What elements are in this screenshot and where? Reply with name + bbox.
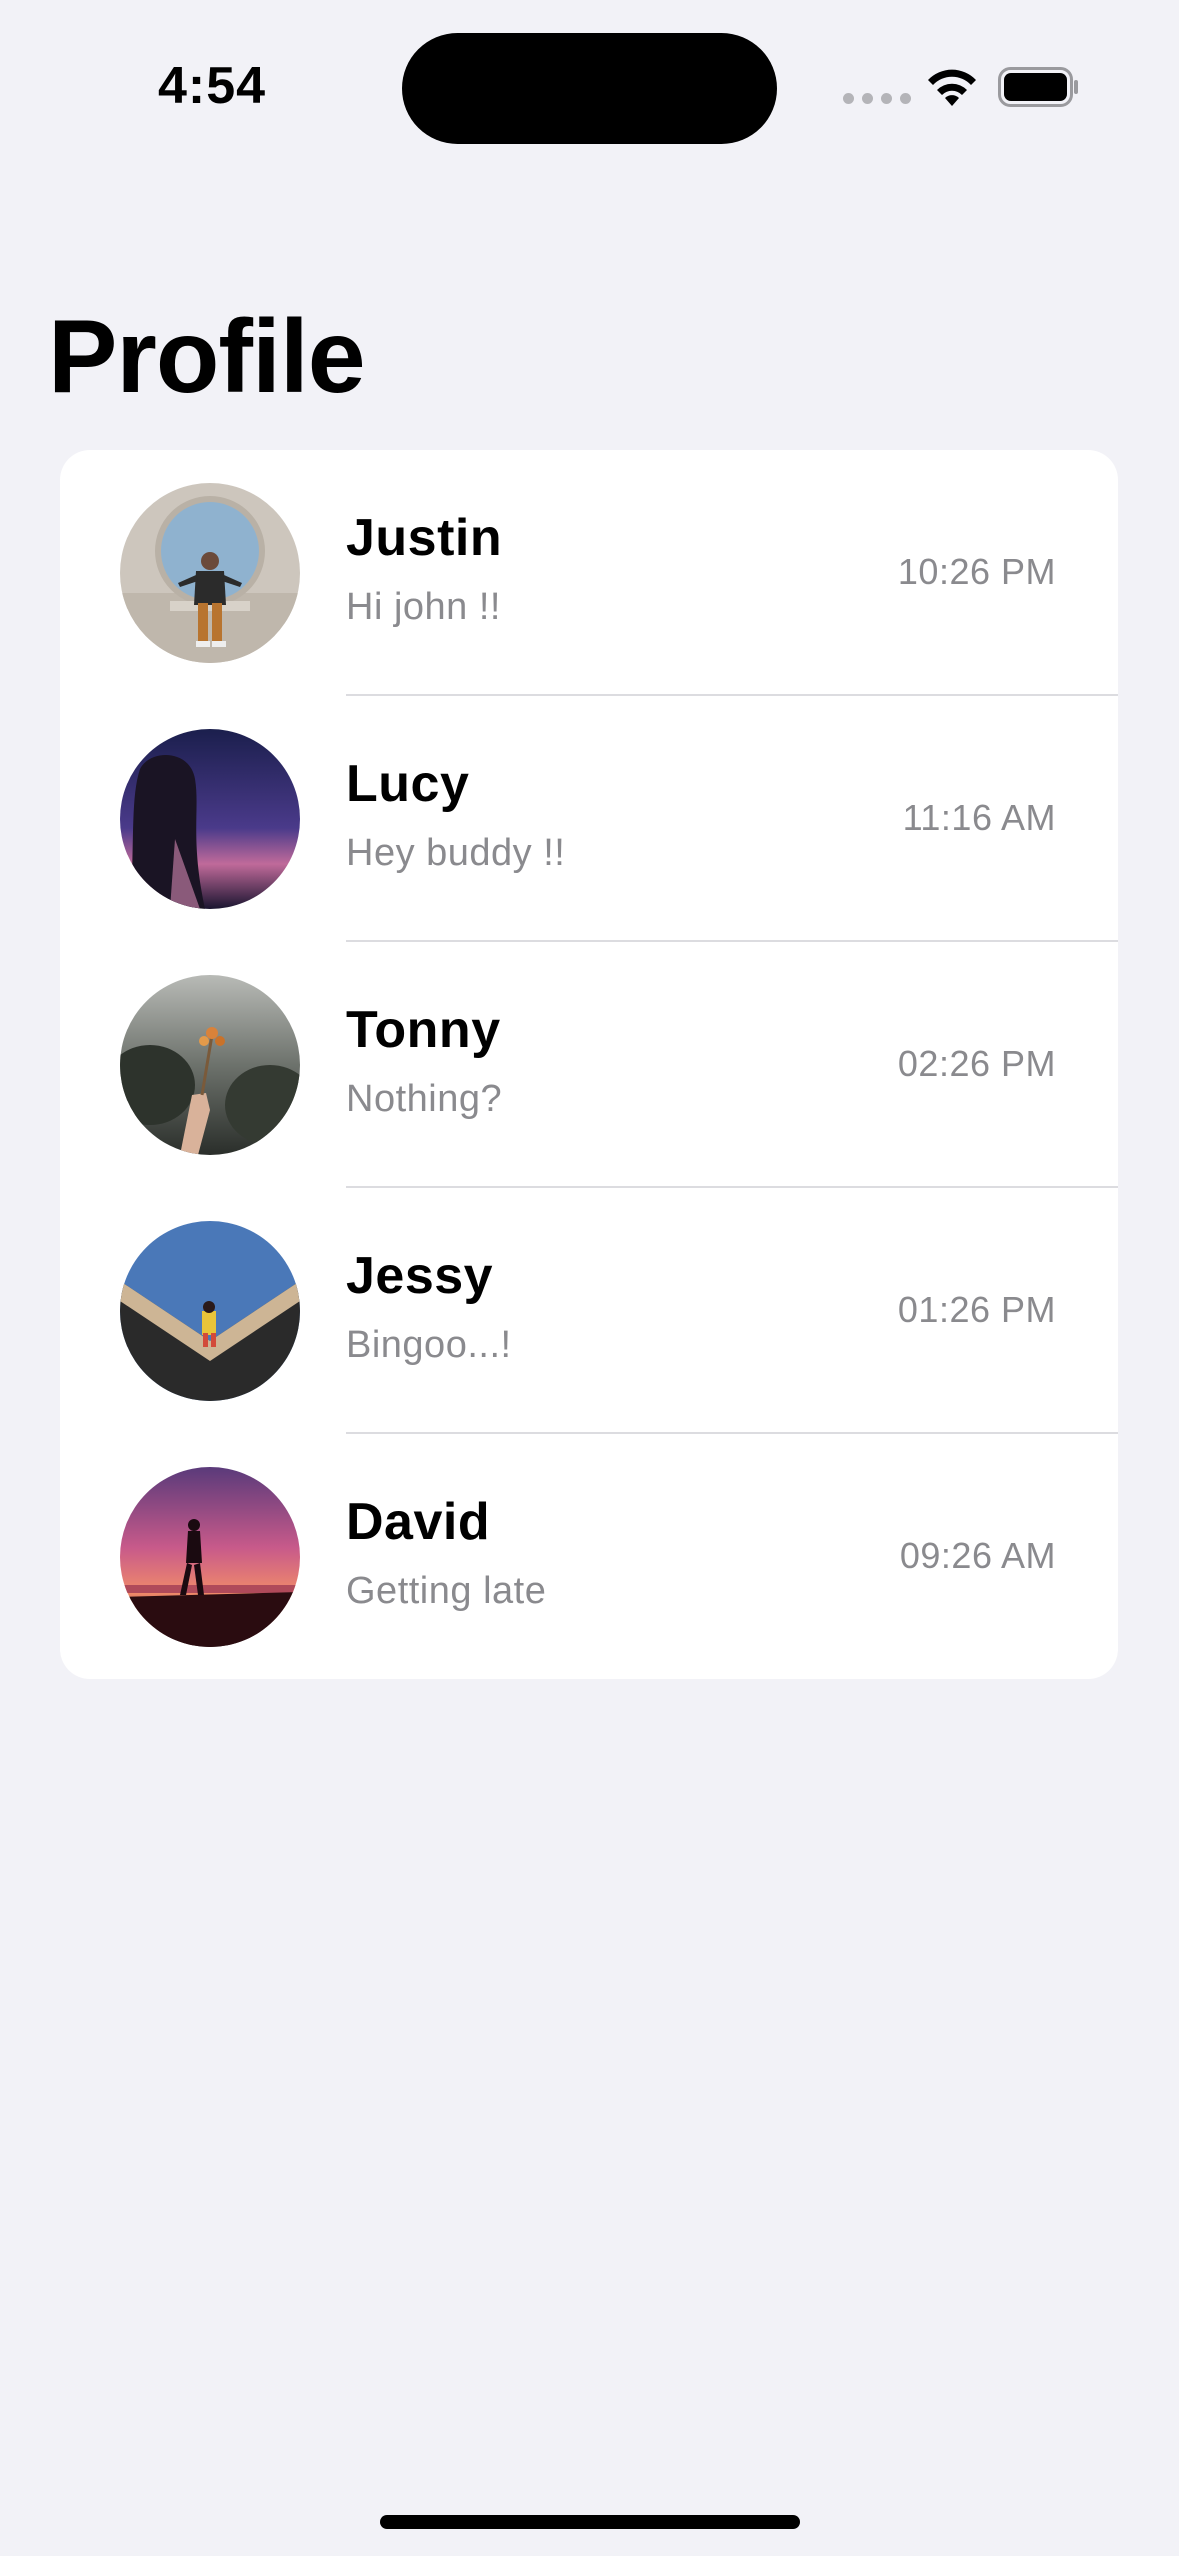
home-indicator[interactable] [380, 2515, 800, 2529]
message-time: 01:26 PM [897, 1289, 1056, 1330]
person-on-ramp-photo [120, 1221, 300, 1401]
message-time: 10:26 PM [897, 551, 1056, 592]
status-bar-time: 4:54 [158, 57, 267, 115]
list-item[interactable]: David Getting late 09:26 AM [60, 1434, 1118, 1679]
last-message: Getting late [346, 1570, 547, 1612]
avatar [120, 1467, 300, 1647]
contact-name: Lucy [346, 755, 470, 813]
list-item[interactable]: Justin Hi john !! 10:26 PM [60, 450, 1118, 696]
contact-name: Jessy [346, 1247, 494, 1305]
battery-icon [998, 67, 1078, 107]
contact-name: Justin [346, 509, 503, 567]
last-message: Hi john !! [346, 586, 501, 628]
dynamic-island [402, 33, 777, 144]
cellular-signal-icon [843, 93, 911, 104]
message-time: 09:26 AM [899, 1535, 1056, 1576]
avatar [120, 729, 300, 909]
hand-holding-flowers-photo [120, 975, 300, 1155]
avatar [120, 1221, 300, 1401]
last-message: Hey buddy !! [346, 832, 566, 874]
contacts-list: Justin Hi john !! 10:26 PM Lucy Hey budd… [60, 450, 1118, 1679]
last-message: Nothing? [346, 1078, 503, 1120]
wifi-icon [928, 69, 976, 106]
list-item[interactable]: Jessy Bingoo...! 01:26 PM [60, 1188, 1118, 1434]
avatar [120, 483, 300, 663]
list-item[interactable]: Lucy Hey buddy !! 11:16 AM [60, 696, 1118, 942]
last-message: Bingoo...! [346, 1324, 512, 1366]
avatar [120, 975, 300, 1155]
silhouette-sunset-photo [120, 1467, 300, 1647]
message-time: 02:26 PM [897, 1043, 1056, 1084]
person-sitting-photo [120, 483, 300, 663]
woman-night-sky-photo [120, 729, 300, 909]
message-time: 11:16 AM [902, 797, 1056, 838]
list-item[interactable]: Tonny Nothing? 02:26 PM [60, 942, 1118, 1188]
page-title: Profile [48, 299, 366, 415]
contact-name: David [346, 1493, 491, 1551]
contact-name: Tonny [346, 1001, 501, 1059]
